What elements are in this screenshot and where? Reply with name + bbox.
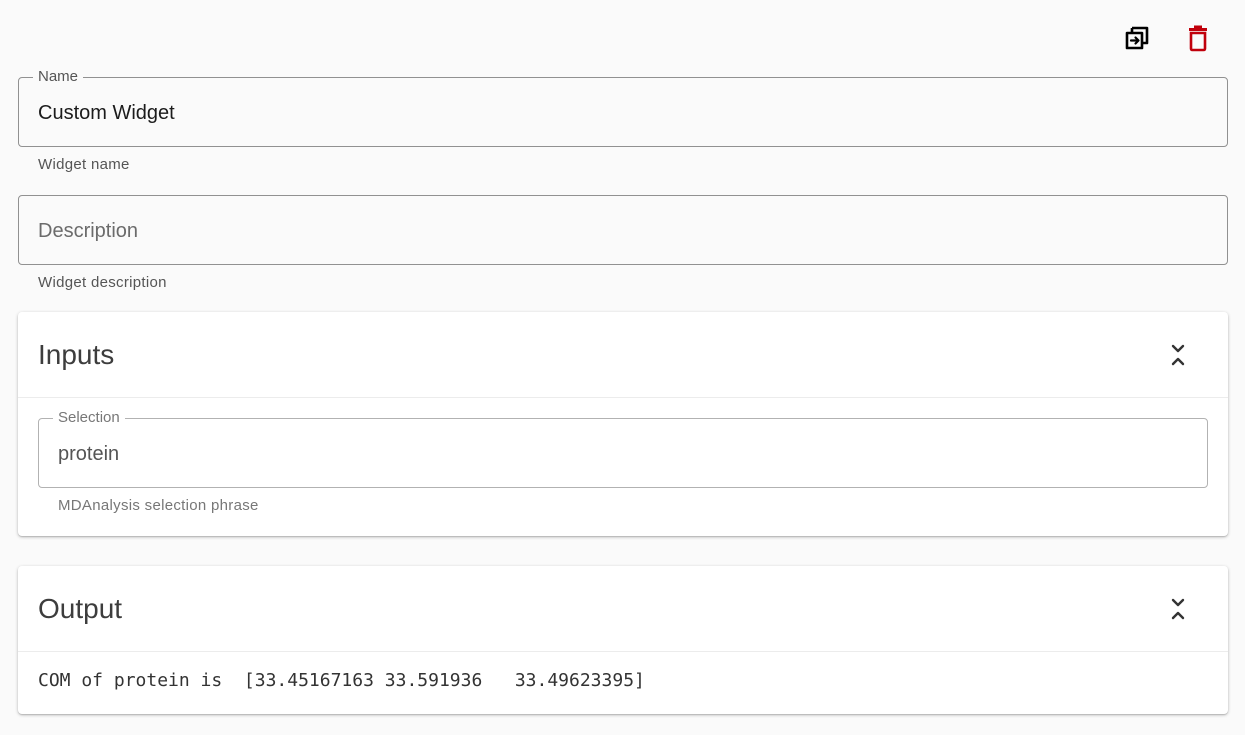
selection-field-value[interactable]: protein [58,442,119,466]
description-field-placeholder: Description [38,220,139,242]
description-field[interactable]: Description [18,195,1228,265]
collapse-icon [1171,598,1185,620]
selection-field[interactable]: Selection protein [38,410,1208,488]
trash-icon [1189,25,1207,52]
inputs-panel-title: Inputs [38,339,115,370]
collapse-icon [1171,344,1185,366]
delete-button[interactable] [1178,18,1218,58]
name-field-value[interactable]: Custom Widget [38,101,175,125]
name-field[interactable]: Name Custom Widget [18,69,1228,147]
output-collapse-button[interactable] [1164,595,1192,623]
widget-editor: Name Custom Widget Widget name Descripti… [0,0,1245,735]
name-field-hint: Widget name [38,156,130,173]
output-panel-header[interactable]: Output [18,566,1228,652]
output-panel-title: Output [38,593,123,624]
name-field-label: Name [33,69,84,85]
output-text: COM of protein is [33.45167163 33.591936… [38,670,645,691]
selection-field-hint: MDAnalysis selection phrase [58,497,259,514]
output-panel: Output COM of protein is [33.45167163 33… [18,566,1228,714]
copy-button[interactable] [1117,18,1157,58]
inputs-collapse-button[interactable] [1164,341,1192,369]
selection-field-label: Selection [53,410,125,426]
inputs-panel-header[interactable]: Inputs [18,312,1228,398]
copy-to-icon [1125,26,1149,50]
description-field-hint: Widget description [38,274,167,291]
inputs-panel: Inputs Selection protein MDAnalysis sele… [18,312,1228,536]
